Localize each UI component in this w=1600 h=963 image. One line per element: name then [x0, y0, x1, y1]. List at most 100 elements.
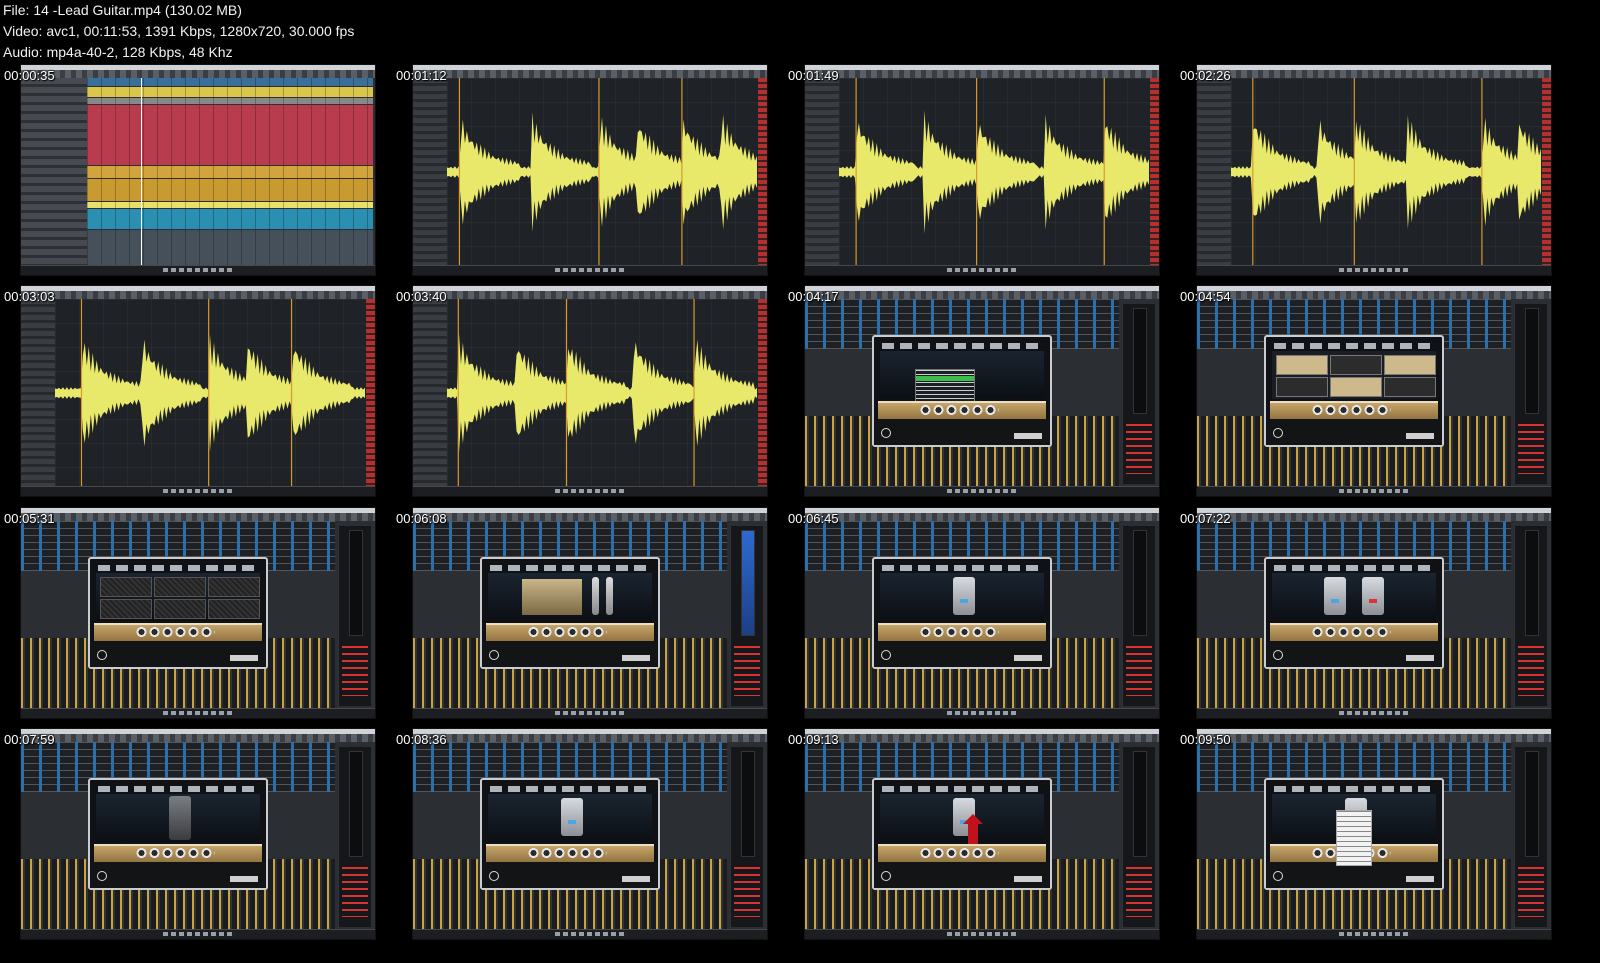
vst-amp-rack-window[interactable]	[1264, 557, 1444, 669]
cabinet-tile[interactable]	[100, 577, 152, 597]
amp-model-tile[interactable]	[1330, 377, 1382, 397]
cabinet-tile[interactable]	[100, 599, 152, 619]
cabinet-tile[interactable]	[154, 599, 206, 619]
preset-selected[interactable]	[916, 376, 974, 381]
video-thumbnail[interactable]	[1196, 285, 1552, 497]
toolbar[interactable]	[413, 513, 767, 521]
transport-controls[interactable]	[554, 932, 626, 936]
stomp-pedal[interactable]	[953, 577, 975, 615]
amp-knobs[interactable]	[527, 625, 607, 639]
video-thumbnail[interactable]	[1196, 64, 1552, 276]
cabinet-tile[interactable]	[154, 577, 206, 597]
amp-knobs[interactable]	[1311, 403, 1391, 417]
video-thumbnail[interactable]	[804, 507, 1160, 719]
video-thumbnail[interactable]	[412, 64, 768, 276]
plugin-tabs[interactable]	[98, 565, 258, 571]
toolbar[interactable]	[413, 291, 767, 299]
arrange-area[interactable]	[87, 78, 373, 270]
transport-bar[interactable]	[21, 929, 375, 939]
transport-controls[interactable]	[1338, 932, 1410, 936]
toolbar[interactable]	[413, 734, 767, 742]
microphone-icon[interactable]	[592, 577, 599, 615]
toolbar[interactable]	[21, 734, 375, 742]
vst-amp-rack-window[interactable]	[1264, 335, 1444, 447]
transport-controls[interactable]	[162, 268, 234, 272]
video-thumbnail[interactable]	[412, 285, 768, 497]
transport-controls[interactable]	[162, 711, 234, 715]
vst-amp-rack-window[interactable]	[872, 557, 1052, 669]
stomp-pedal[interactable]	[561, 798, 583, 836]
amp-knobs[interactable]	[527, 846, 607, 860]
vst-amp-rack-window[interactable]	[480, 557, 660, 669]
transport-bar[interactable]	[21, 265, 375, 275]
track-lane[interactable]	[87, 78, 373, 86]
inspector-panel[interactable]	[413, 78, 448, 266]
video-thumbnail[interactable]	[20, 64, 376, 276]
inspector-panel[interactable]	[1197, 78, 1232, 266]
plugin-tabs[interactable]	[882, 786, 1042, 792]
transport-bar[interactable]	[1197, 708, 1551, 718]
video-thumbnail[interactable]	[804, 64, 1160, 276]
transport-bar[interactable]	[805, 265, 1159, 275]
video-thumbnail[interactable]	[804, 285, 1160, 497]
track-lane[interactable]	[87, 179, 373, 201]
cabinet-tile[interactable]	[208, 577, 260, 597]
sample-editor[interactable]	[55, 299, 366, 487]
video-thumbnail[interactable]	[20, 728, 376, 940]
sample-editor[interactable]	[1231, 78, 1542, 266]
inspector-panel[interactable]	[805, 78, 840, 266]
track-lane[interactable]	[87, 105, 373, 165]
transport-bar[interactable]	[805, 929, 1159, 939]
plugin-tabs[interactable]	[490, 786, 650, 792]
toolbar[interactable]	[805, 513, 1159, 521]
transport-controls[interactable]	[1338, 711, 1410, 715]
video-thumbnail[interactable]	[412, 507, 768, 719]
amp-knobs[interactable]	[919, 403, 999, 417]
transport-bar[interactable]	[1197, 265, 1551, 275]
track-lane[interactable]	[87, 98, 373, 104]
transport-controls[interactable]	[946, 489, 1018, 493]
inspector-panel[interactable]	[21, 299, 56, 487]
transport-controls[interactable]	[1338, 489, 1410, 493]
inspector-panel[interactable]	[413, 299, 448, 487]
amp-model-tile[interactable]	[1276, 355, 1328, 375]
transport-controls[interactable]	[1338, 268, 1410, 272]
track-lane[interactable]	[87, 230, 373, 270]
toolbar[interactable]	[805, 70, 1159, 78]
video-thumbnail[interactable]	[20, 285, 376, 497]
transport-bar[interactable]	[413, 265, 767, 275]
track-lane[interactable]	[87, 87, 373, 97]
vst-amp-rack-window[interactable]	[88, 778, 268, 890]
microphone-icon[interactable]	[606, 577, 613, 615]
amp-model-tile[interactable]	[1330, 355, 1382, 375]
audio-waveform[interactable]	[447, 78, 758, 266]
plugin-tabs[interactable]	[882, 343, 1042, 349]
transport-bar[interactable]	[21, 708, 375, 718]
transport-controls[interactable]	[946, 268, 1018, 272]
plugin-tabs[interactable]	[490, 565, 650, 571]
amp-knobs[interactable]	[135, 846, 215, 860]
cabinet-tile[interactable]	[208, 599, 260, 619]
vst-amp-rack-window[interactable]	[872, 335, 1052, 447]
track-list[interactable]	[21, 78, 87, 266]
audio-waveform[interactable]	[55, 299, 366, 487]
transport-controls[interactable]	[162, 489, 234, 493]
transport-bar[interactable]	[413, 486, 767, 496]
amp-model-tile[interactable]	[1276, 377, 1328, 397]
toolbar[interactable]	[1197, 513, 1551, 521]
toolbar[interactable]	[805, 291, 1159, 299]
vst-amp-rack-window[interactable]	[872, 778, 1052, 890]
plugin-tabs[interactable]	[98, 786, 258, 792]
toolbar[interactable]	[21, 70, 375, 78]
pedal-type-menu[interactable]	[1336, 810, 1372, 866]
audio-waveform[interactable]	[1231, 78, 1542, 266]
transport-bar[interactable]	[805, 708, 1159, 718]
plugin-tabs[interactable]	[1274, 343, 1434, 349]
plugin-tabs[interactable]	[882, 565, 1042, 571]
toolbar[interactable]	[21, 513, 375, 521]
toolbar[interactable]	[1197, 70, 1551, 78]
transport-bar[interactable]	[1197, 929, 1551, 939]
stomp-pedal[interactable]	[1362, 577, 1384, 615]
amp-model-tile[interactable]	[1384, 377, 1436, 397]
track-lane[interactable]	[87, 202, 373, 208]
